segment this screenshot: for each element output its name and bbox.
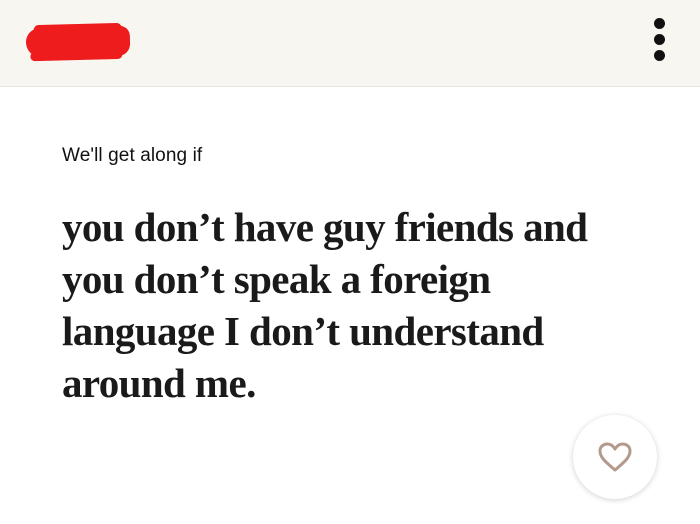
more-vertical-icon-dot: [654, 34, 665, 45]
prompt-answer: you don’t have guy friends and you don’t…: [62, 204, 588, 406]
more-vertical-icon-dot: [654, 50, 665, 61]
heart-icon: [598, 442, 632, 472]
redacted-name: [25, 25, 131, 59]
prompt-card: We'll get along if you don’t have guy fr…: [0, 87, 700, 524]
prompt-question: We'll get along if: [62, 145, 203, 166]
more-options-button[interactable]: [648, 16, 672, 64]
more-vertical-icon: [654, 18, 665, 29]
like-button[interactable]: [573, 415, 657, 499]
profile-header: [0, 0, 700, 87]
